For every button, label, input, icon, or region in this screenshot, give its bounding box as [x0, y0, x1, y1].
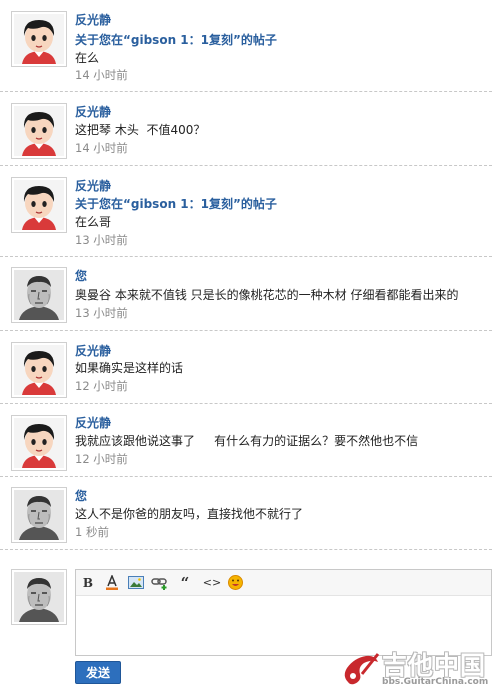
cartoon-girl-avatar[interactable] — [11, 415, 67, 471]
watermark-url: bbs.GuitarChina.com — [382, 677, 489, 687]
bold-button[interactable]: B — [79, 574, 97, 591]
message-time: 1 秒前 — [75, 525, 109, 539]
message-body: 在么 — [75, 51, 100, 65]
cartoon-girl-avatar[interactable] — [11, 11, 67, 67]
sender-name[interactable]: 反光静 — [75, 178, 111, 194]
send-button[interactable]: 发送 — [75, 661, 121, 684]
cartoon-girl-avatar[interactable] — [11, 103, 67, 159]
message-item: 反光静 关于您在“gibson 1：1复刻”的帖子 在么哥 13 小时前 — [0, 166, 492, 257]
sender-name[interactable]: 您 — [75, 488, 87, 504]
message-time: 14 小时前 — [75, 141, 128, 155]
message-item: 反光静 如果确实是这样的话 12 小时前 — [0, 331, 492, 404]
message-item: 您 这人不是你爸的朋友吗，直接找他不就行了 1 秒前 — [0, 477, 492, 550]
message-time: 14 小时前 — [75, 68, 128, 82]
thread-subject-link[interactable]: 关于您在“gibson 1：1复刻”的帖子 — [75, 196, 277, 212]
smiley-button[interactable] — [226, 574, 244, 591]
divider — [0, 549, 492, 550]
message-item: 反光静 这把琴 木头 不值400？ 14 小时前 — [0, 92, 492, 166]
message-time: 12 小时前 — [75, 452, 128, 466]
sketch-man-avatar[interactable] — [11, 267, 67, 323]
message-body: 在么哥 — [75, 215, 112, 229]
message-time: 13 小时前 — [75, 306, 128, 320]
message-body: 这人不是你爸的朋友吗，直接找他不就行了 — [75, 507, 304, 521]
image-icon — [128, 576, 144, 589]
guitar-logo-icon — [344, 653, 380, 685]
cartoon-girl-avatar[interactable] — [11, 342, 67, 398]
insert-image-button[interactable] — [127, 574, 145, 591]
message-item: 反光静 关于您在“gibson 1：1复刻”的帖子 在么 14 小时前 — [0, 0, 492, 92]
sender-name[interactable]: 反光静 — [75, 415, 111, 431]
sketch-man-avatar[interactable] — [11, 487, 67, 543]
code-button[interactable]: <> — [201, 574, 223, 591]
watermark-logo: 吉他中国 bbs.GuitarChina.com — [338, 648, 488, 692]
sender-name[interactable]: 反光静 — [75, 12, 111, 28]
font-color-button[interactable] — [103, 574, 121, 591]
sketch-man-avatar — [11, 569, 67, 625]
message-time: 12 小时前 — [75, 379, 128, 393]
smiley-icon — [227, 575, 243, 590]
link-icon — [151, 577, 167, 590]
cartoon-girl-avatar[interactable] — [11, 177, 67, 233]
sender-name[interactable]: 反光静 — [75, 104, 111, 120]
message-body: 奥曼谷 本来就不值钱 只是长的像桃花芯的一种木材 仔细看都能看出来的 — [75, 288, 459, 302]
message-time: 13 小时前 — [75, 233, 128, 247]
quote-button[interactable]: “ — [176, 574, 194, 592]
reply-editor: B “ <> — [75, 569, 492, 656]
sender-name[interactable]: 反光静 — [75, 343, 111, 359]
message-body: 这把琴 木头 不值400？ — [75, 123, 206, 137]
message-item: 反光静 我就应该跟他说这事了 有什么有力的证据么？要不然他也不信 12 小时前 — [0, 404, 492, 477]
message-item: 您 奥曼谷 本来就不值钱 只是长的像桃花芯的一种木材 仔细看都能看出来的 13 … — [0, 257, 492, 331]
message-body: 如果确实是这样的话 — [75, 361, 184, 375]
thread-subject-link[interactable]: 关于您在“gibson 1：1复刻”的帖子 — [75, 32, 277, 48]
font-color-icon — [106, 575, 118, 590]
insert-link-button[interactable] — [151, 574, 169, 591]
sender-name[interactable]: 您 — [75, 268, 87, 284]
editor-toolbar: B “ <> — [76, 570, 491, 596]
message-body: 我就应该跟他说这事了 有什么有力的证据么？要不然他也不信 — [75, 434, 419, 448]
